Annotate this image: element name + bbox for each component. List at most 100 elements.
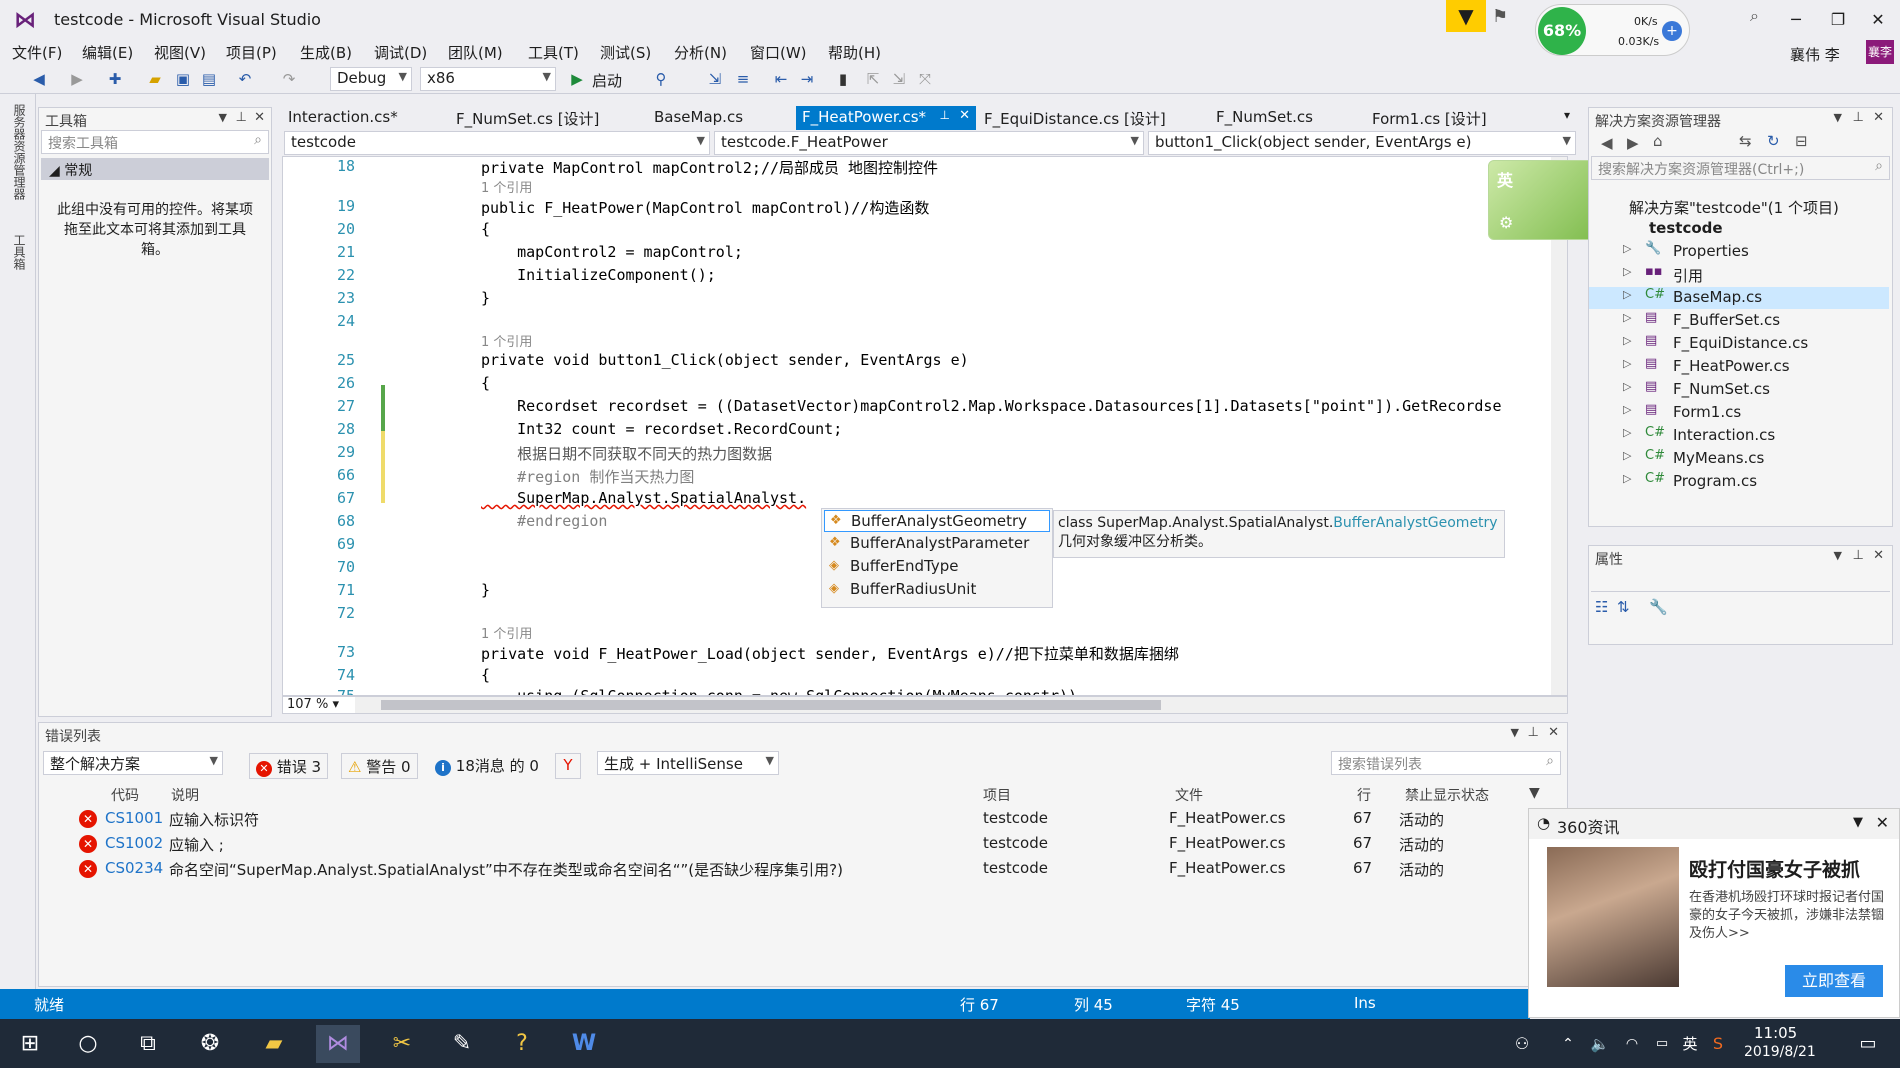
errors-filter-button[interactable]: ✕ 错误 3 <box>249 753 329 779</box>
properties-object-dropdown[interactable] <box>1591 570 1890 592</box>
taskbar-date[interactable]: 2019/8/21 <box>1744 1044 1816 1060</box>
tab-close-icon[interactable]: ✕ <box>959 108 970 123</box>
expand-icon[interactable]: ▷ <box>1623 426 1631 439</box>
home-icon[interactable]: ⌂ <box>1653 132 1663 150</box>
properties-pin-icon[interactable]: ⊥ <box>1853 548 1864 563</box>
task-view-icon[interactable]: ⧉ <box>126 1025 170 1063</box>
cortana-icon[interactable]: ○ <box>66 1025 110 1063</box>
column-header-file[interactable]: 文件 <box>1169 783 1209 805</box>
menu-help[interactable]: 帮助(H) <box>828 42 881 63</box>
build-intellisense-dropdown[interactable]: 生成 + IntelliSense ▼ <box>597 751 779 775</box>
sync-icon[interactable]: ⇆ <box>1739 132 1752 150</box>
reference-count[interactable]: 1 个引用 <box>481 177 532 196</box>
solution-item[interactable]: ▷ ▤ F_NumSet.cs <box>1589 379 1889 401</box>
categorized-icon[interactable]: ☷ <box>1595 598 1608 616</box>
toolbox-pin-icon[interactable]: ⊥ <box>236 110 247 125</box>
expand-icon[interactable]: ▷ <box>1623 403 1631 416</box>
project-node[interactable]: testcode <box>1589 218 1889 240</box>
menu-build[interactable]: 生成(B) <box>300 42 352 63</box>
solution-root[interactable]: 解决方案"testcode"(1 个项目) <box>1589 196 1889 218</box>
menu-team[interactable]: 团队(M) <box>448 42 503 63</box>
solution-dropdown-icon[interactable]: ▼ <box>1834 111 1842 124</box>
tab-numset-design[interactable]: F_NumSet.cs [设计] <box>450 106 605 130</box>
menu-edit[interactable]: 编辑(E) <box>82 42 133 63</box>
news-headline[interactable]: 殴打付国豪女子被抓 <box>1689 855 1860 882</box>
step-icon[interactable]: ⇲ <box>704 68 726 90</box>
people-icon[interactable]: ⚇ <box>1500 1025 1544 1063</box>
solution-search-input[interactable]: 搜索解决方案资源管理器(Ctrl+;) ⌕ <box>1591 156 1890 180</box>
horizontal-scrollbar-thumb[interactable] <box>381 700 1161 710</box>
toolbox-search-input[interactable]: 搜索工具箱 ⌕ <box>41 130 269 154</box>
toolbox-close-icon[interactable]: ✕ <box>254 110 265 125</box>
indent-icon[interactable]: ⇥ <box>796 68 818 90</box>
undo-icon[interactable]: ↶ <box>234 68 256 90</box>
solution-item[interactable]: ▷ C# Program.cs <box>1589 471 1889 493</box>
ime-gear-icon[interactable]: ⚙ <box>1499 213 1513 232</box>
solution-item[interactable]: ▷ ▪▪ 引用 <box>1589 264 1889 286</box>
solution-item[interactable]: ▷ 🔧 Properties <box>1589 241 1889 263</box>
platform-dropdown[interactable]: x86 ▼ <box>420 67 556 91</box>
error-code-link[interactable]: CS0234 <box>105 859 163 877</box>
member-nav-dropdown[interactable]: button1_Click(object sender, EventArgs e… <box>1148 131 1576 155</box>
error-list-pin-icon[interactable]: ⊥ <box>1528 725 1539 740</box>
toolbox-dropdown-icon[interactable]: ▼ <box>219 111 227 124</box>
outdent-icon[interactable]: ⇤ <box>770 68 792 90</box>
close-button[interactable]: ✕ <box>1858 6 1898 34</box>
visual-studio-taskbar-icon[interactable]: ⋈ <box>316 1025 360 1063</box>
save-all-icon[interactable]: ▤ <box>198 68 220 90</box>
solution-item[interactable]: ▷ ▤ Form1.cs <box>1589 402 1889 424</box>
open-file-icon[interactable]: ▰ <box>144 68 166 90</box>
help-app-icon[interactable]: ? <box>500 1025 544 1063</box>
properties-close-icon[interactable]: ✕ <box>1873 548 1884 563</box>
minimize-button[interactable]: ─ <box>1776 6 1816 34</box>
menu-tools[interactable]: 工具(T) <box>528 42 579 63</box>
bookmark-icon[interactable]: ▮ <box>832 68 854 90</box>
back-icon[interactable]: ◀ <box>1601 134 1613 152</box>
solution-close-icon[interactable]: ✕ <box>1873 110 1884 125</box>
forward-icon[interactable]: ▶ <box>66 68 88 90</box>
completion-item[interactable]: ◈ BufferEndType <box>824 556 1050 578</box>
column-header-project[interactable]: 项目 <box>977 783 1017 805</box>
menu-test[interactable]: 测试(S) <box>600 42 651 63</box>
tab-interaction[interactable]: Interaction.cs* <box>282 106 404 130</box>
solution-item[interactable]: ▷ C# Interaction.cs <box>1589 425 1889 447</box>
news-collapse-icon[interactable]: ▼ <box>1853 815 1863 830</box>
menu-analyze[interactable]: 分析(N) <box>674 42 727 63</box>
expand-icon[interactable]: ▷ <box>1623 242 1631 255</box>
tab-form1-design[interactable]: Form1.cs [设计] <box>1366 106 1493 130</box>
reference-count[interactable]: 1 个引用 <box>481 331 532 350</box>
error-code-link[interactable]: CS1002 <box>105 834 163 852</box>
filter-icon[interactable]: ▼ <box>1446 0 1486 32</box>
start-button-label[interactable]: 启动 <box>592 70 622 91</box>
menu-debug[interactable]: 调试(D) <box>374 42 427 63</box>
back-icon[interactable]: ◀ <box>28 68 50 90</box>
table-row[interactable]: ✕ CS1002 应输入 ; testcode F_HeatPower.cs 6… <box>39 832 1529 856</box>
expand-icon[interactable]: ▷ <box>1623 288 1631 301</box>
plus-icon[interactable]: + <box>1662 21 1682 41</box>
restore-button[interactable]: ❐ <box>1818 6 1858 34</box>
news-view-button[interactable]: 立即查看 <box>1785 965 1883 997</box>
file-explorer-icon[interactable]: ▰ <box>252 1025 296 1063</box>
expand-icon[interactable]: ▷ <box>1623 472 1631 485</box>
properties-dropdown-icon[interactable]: ▼ <box>1834 549 1842 562</box>
format-icon[interactable]: ≡ <box>732 68 754 90</box>
solution-item[interactable]: ▷ C# MyMeans.cs <box>1589 448 1889 470</box>
column-header-suppression[interactable]: 禁止显示状态 <box>1399 783 1495 805</box>
tab-numset[interactable]: F_NumSet.cs <box>1210 106 1319 130</box>
menu-window[interactable]: 窗口(W) <box>750 42 807 63</box>
clear-bookmarks-icon[interactable]: ⤧ <box>914 68 936 90</box>
news-image[interactable] <box>1547 847 1679 987</box>
solution-item[interactable]: ▷ ▤ F_HeatPower.cs <box>1589 356 1889 378</box>
error-search-input[interactable]: 搜索错误列表 ⌕ <box>1331 751 1561 775</box>
notification-icon[interactable]: ▭ <box>1846 1025 1890 1063</box>
toolbox-group-header[interactable]: ◢ 常规 <box>41 158 269 180</box>
completion-item[interactable]: ❖ BufferAnalystParameter <box>824 533 1050 555</box>
solution-item[interactable]: ▷ ▤ F_BufferSet.cs <box>1589 310 1889 332</box>
column-filter-icon[interactable]: ▼ <box>1523 783 1546 805</box>
expand-icon[interactable]: ▷ <box>1623 334 1631 347</box>
redo-icon[interactable]: ↷ <box>278 68 300 90</box>
code-editor[interactable]: 18 private MapControl mapControl2;//局部成员… <box>282 156 1568 696</box>
feedback-icon[interactable]: ⚑ <box>1492 6 1508 27</box>
error-scope-dropdown[interactable]: 整个解决方案 ▼ <box>43 751 223 775</box>
property-pages-icon[interactable]: 🔧 <box>1649 598 1668 616</box>
